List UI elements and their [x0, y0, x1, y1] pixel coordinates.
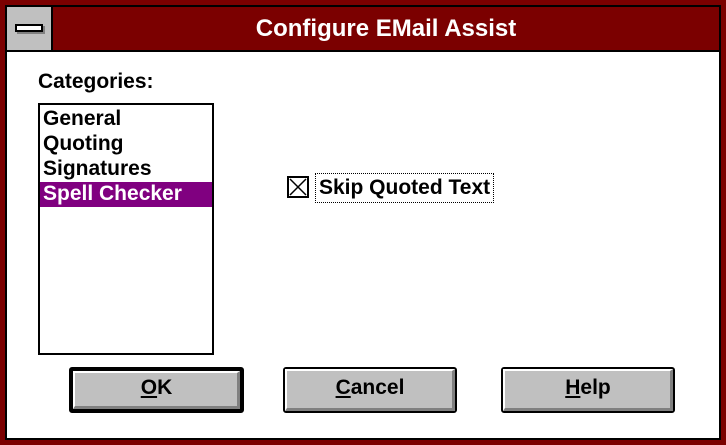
list-item-signatures[interactable]: Signatures — [40, 157, 212, 182]
categories-label: Categories: — [38, 70, 154, 93]
skip-quoted-text-label[interactable]: Skip Quoted Text — [315, 173, 495, 203]
system-menu-icon — [15, 24, 43, 32]
checkbox-check-icon — [289, 178, 307, 196]
categories-listbox[interactable]: General Quoting Signatures Spell Checker — [38, 103, 214, 355]
title-bar[interactable]: Configure EMail Assist — [7, 7, 719, 52]
ok-label-rest: K — [157, 376, 173, 399]
help-label-rest: elp — [580, 376, 611, 399]
ok-button[interactable]: OK — [69, 367, 244, 413]
skip-quoted-text-checkbox[interactable] — [287, 176, 309, 198]
window-title: Configure EMail Assist — [255, 15, 517, 42]
system-menu-button[interactable] — [7, 7, 53, 50]
help-mnemonic: H — [565, 376, 581, 399]
help-button[interactable]: Help — [501, 367, 675, 413]
cancel-button-label: Cancel — [336, 376, 405, 399]
cancel-mnemonic: C — [335, 376, 351, 399]
ok-mnemonic: O — [140, 376, 158, 399]
dialog-window: Configure EMail Assist Categories: Gener… — [0, 0, 726, 445]
cancel-button[interactable]: Cancel — [283, 367, 457, 413]
dialog-body: Configure EMail Assist Categories: Gener… — [5, 5, 721, 440]
cancel-label-rest: ancel — [350, 376, 405, 399]
list-item-general[interactable]: General — [40, 107, 212, 132]
help-button-label: Help — [565, 376, 611, 399]
ok-button-label: OK — [141, 376, 173, 399]
list-item-spell-checker[interactable]: Spell Checker — [40, 182, 212, 207]
list-item-quoting[interactable]: Quoting — [40, 132, 212, 157]
